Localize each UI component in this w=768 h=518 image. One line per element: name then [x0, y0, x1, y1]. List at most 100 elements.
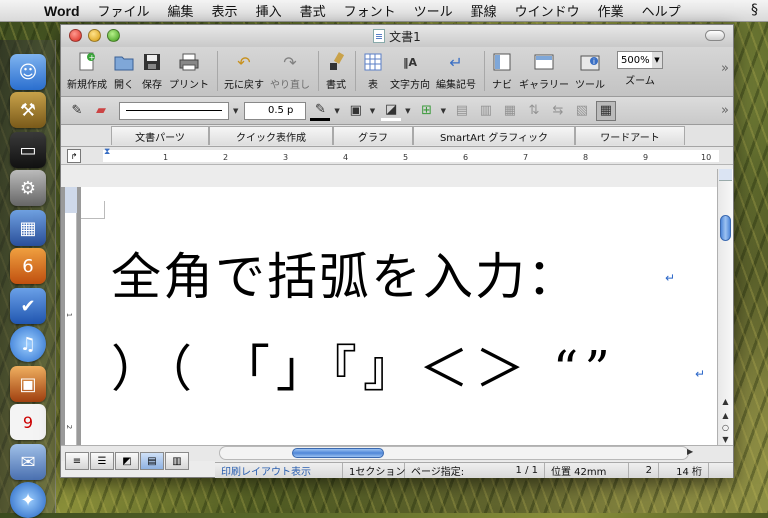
horizontal-scroll-thumb[interactable]	[292, 448, 384, 458]
terminal-icon[interactable]: ▭	[10, 132, 46, 168]
system-preferences-icon[interactable]: ⚙	[10, 170, 46, 206]
horizontal-scrollbar[interactable]	[219, 446, 689, 460]
status-column: 14 桁	[659, 463, 709, 478]
undo-button[interactable]: ↶ 元に戻す	[224, 51, 264, 92]
border-color-icon[interactable]: ✎	[310, 101, 331, 121]
format-painter-button[interactable]: 書式	[325, 51, 347, 91]
merge-cells-icon[interactable]: ▤	[452, 101, 472, 121]
document-page[interactable]: 全角で括弧を入力： ↵ ）（ 「」『』＜＞ “” ↵	[81, 187, 719, 445]
vertical-scroll-thumb[interactable]	[720, 215, 731, 241]
eraser-icon[interactable]: ▰	[91, 101, 111, 121]
finder-icon[interactable]: ☺	[10, 54, 46, 90]
align-cells-icon[interactable]: ▦	[500, 101, 520, 121]
formatting-marks-button[interactable]: ↵ 編集記号	[436, 51, 476, 92]
menu-app-name[interactable]: Word	[44, 3, 80, 19]
mail-icon[interactable]: ✉	[10, 444, 46, 480]
menu-table[interactable]: 罫線	[471, 1, 497, 20]
menu-help[interactable]: ヘルプ	[642, 1, 681, 20]
draft-view-button[interactable]: ≡	[65, 452, 89, 470]
split-cells-icon[interactable]: ▥	[476, 101, 496, 121]
spaces-icon[interactable]: ▦	[10, 210, 46, 246]
border-icon[interactable]: ▣	[346, 101, 366, 121]
table-button[interactable]: 表	[362, 51, 384, 91]
tab-quick-tables[interactable]: クイック表作成	[209, 126, 333, 145]
browse-object-icon[interactable]: ○	[719, 421, 732, 433]
menu-insert[interactable]: 挿入	[256, 1, 282, 20]
split-view-icon[interactable]	[719, 169, 732, 181]
chevron-down-icon[interactable]: ▼	[334, 107, 339, 115]
notebook-view-button[interactable]: ▥	[165, 452, 189, 470]
tab-document-parts[interactable]: 文書パーツ	[111, 126, 209, 145]
toolbar-toggle-button[interactable]	[705, 30, 725, 41]
show-gridlines-icon[interactable]: ▦	[595, 100, 616, 121]
title-bar[interactable]: 文書1	[61, 25, 733, 47]
pen-icon[interactable]: ✎	[67, 101, 87, 121]
new-document-button[interactable]: + 新規作成	[67, 51, 107, 91]
menu-edit[interactable]: 編集	[168, 1, 194, 20]
script-menu-icon[interactable]: §	[751, 2, 758, 18]
tab-stop-selector-icon[interactable]: ↱	[67, 149, 81, 163]
indent-marker-icon[interactable]: ⧗	[104, 147, 110, 157]
zoom-button[interactable]	[107, 29, 120, 42]
ruler-area[interactable]: 1 2 3 4 5 6 7 8 9 10	[103, 150, 719, 162]
chevron-down-icon[interactable]: ▼	[652, 52, 662, 68]
itunes-icon[interactable]: ♫	[10, 326, 46, 362]
redo-label: やり直し	[270, 80, 310, 91]
distribute-rows-icon[interactable]: ⇅	[524, 101, 544, 121]
menu-format[interactable]: 書式	[300, 1, 326, 20]
app-6-icon[interactable]: 6	[10, 248, 46, 284]
toolbar-overflow-icon[interactable]: »	[721, 103, 729, 118]
chevron-down-icon[interactable]: ▼	[405, 107, 410, 115]
menu-tools[interactable]: ツール	[414, 1, 453, 20]
open-button[interactable]: 開く	[113, 51, 135, 91]
next-page-icon[interactable]: ▼	[719, 433, 732, 445]
status-view-mode[interactable]: 印刷レイアウト表示	[215, 463, 343, 478]
tab-charts[interactable]: グラフ	[333, 126, 413, 145]
menu-font[interactable]: フォント	[344, 1, 396, 20]
vertical-scrollbar[interactable]: ▲ ▲ ○ ▼	[717, 169, 733, 451]
document-line-2[interactable]: ）（ 「」『』＜＞ “”	[111, 329, 616, 401]
text-direction-button[interactable]: ‖A 文字方向	[390, 51, 430, 92]
insert-table-icon[interactable]: ⊞	[417, 101, 437, 121]
horizontal-ruler[interactable]: ↱ 1 2 3 4 5 6 7 8 9 10 ⧗	[61, 147, 733, 165]
menu-file[interactable]: ファイル	[98, 1, 150, 20]
zoom-control[interactable]: 500% ▼ ズーム	[617, 51, 663, 87]
menu-window[interactable]: ウインドウ	[515, 1, 580, 20]
chevron-down-icon[interactable]: ▼	[233, 107, 238, 115]
menu-view[interactable]: 表示	[212, 1, 238, 20]
toolbox-button[interactable]: i ツール	[575, 51, 605, 91]
close-button[interactable]	[69, 29, 82, 42]
shading-icon[interactable]: ◪	[381, 101, 402, 121]
print-layout-view-button[interactable]: ▤	[140, 452, 164, 470]
redo-button[interactable]: ↷ やり直し	[270, 51, 310, 92]
calendar-icon[interactable]: 9	[10, 404, 46, 440]
toolbar-overflow-icon[interactable]: »	[721, 61, 729, 76]
gallery-button[interactable]: ギャラリー	[519, 51, 569, 91]
autofit-icon[interactable]: ▧	[572, 101, 592, 121]
tab-wordart[interactable]: ワードアート	[575, 126, 685, 145]
iphoto-icon[interactable]: ▣	[10, 366, 46, 402]
previous-page-icon[interactable]: ▲	[719, 409, 732, 421]
tasks-icon[interactable]: ✔	[10, 288, 46, 324]
zoom-value: 500%	[621, 54, 650, 66]
save-button[interactable]: 保存	[141, 51, 163, 91]
chevron-down-icon[interactable]: ▼	[370, 107, 375, 115]
toolbar-separator	[355, 51, 356, 91]
minimize-button[interactable]	[88, 29, 101, 42]
outline-view-button[interactable]: ☰	[90, 452, 114, 470]
navigation-button[interactable]: ナビ	[491, 51, 513, 91]
publishing-view-button[interactable]: ◩	[115, 452, 139, 470]
scroll-up-arrow-icon[interactable]: ▲	[719, 395, 732, 407]
vertical-ruler[interactable]: 1 2	[65, 187, 77, 445]
print-button[interactable]: プリント	[169, 51, 209, 91]
utility-icon[interactable]: ⚒	[10, 92, 46, 128]
tab-smartart[interactable]: SmartArt グラフィック	[413, 126, 575, 145]
line-style-select[interactable]	[119, 101, 229, 120]
line-weight-field[interactable]: 0.5 p	[244, 101, 307, 120]
document-line-1[interactable]: 全角で括弧を入力：	[111, 237, 579, 309]
distribute-columns-icon[interactable]: ⇆	[548, 101, 568, 121]
chevron-down-icon[interactable]: ▼	[441, 107, 446, 115]
menu-work[interactable]: 作業	[598, 1, 624, 20]
scroll-right-arrow-icon[interactable]: ▶	[687, 447, 693, 456]
zoom-field[interactable]: 500% ▼	[617, 51, 663, 69]
